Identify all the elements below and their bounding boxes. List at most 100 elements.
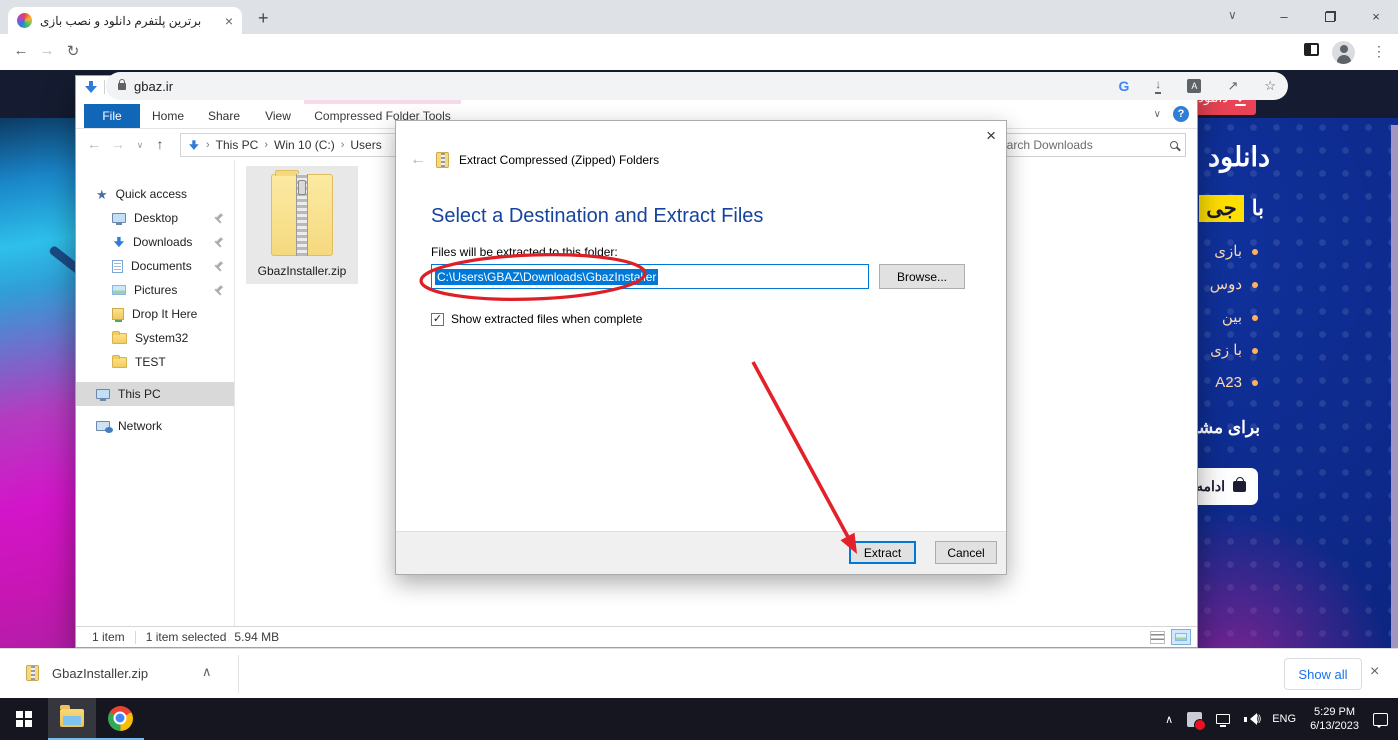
notification-app-icon[interactable] <box>1187 711 1207 731</box>
desktop-icon <box>112 213 126 225</box>
banner-edge-strip <box>1391 125 1398 650</box>
show-files-checkbox[interactable]: ✓ <box>431 312 444 326</box>
date: 6/13/2023 <box>1310 720 1359 732</box>
time: 5:29 PM <box>1314 706 1356 718</box>
folder-icon <box>112 330 127 344</box>
action-center-icon[interactable] <box>1373 712 1388 728</box>
navigation-pane: ★ Quick access Desktop Downloads Documen… <box>76 160 235 626</box>
cancel-button[interactable]: Cancel <box>935 541 997 564</box>
checkbox-label: Show extracted files when complete <box>451 312 643 326</box>
help-icon[interactable]: ? <box>1173 106 1189 122</box>
browser-close-button[interactable]: × <box>1354 0 1398 32</box>
browser-minimize-button[interactable]: – <box>1262 0 1306 32</box>
browser-restore-button[interactable] <box>1308 0 1352 32</box>
sidebar-item-pictures[interactable]: Pictures <box>76 278 234 302</box>
crumb-users[interactable]: Users <box>350 138 381 152</box>
crumb-drive-c[interactable]: Win 10 (C:) <box>274 138 335 152</box>
taskbar-file-explorer-button[interactable] <box>48 698 96 740</box>
chevron-separator-icon: › <box>264 139 269 151</box>
extract-dialog: × ← Extract Compressed (Zipped) Folders … <box>395 120 1007 575</box>
chrome-icon <box>107 705 133 731</box>
chevron-separator-icon: › <box>340 139 345 151</box>
volume-icon[interactable]: )) <box>1244 713 1261 725</box>
tab-file[interactable]: File <box>84 104 140 128</box>
bullet-icon <box>1252 315 1258 322</box>
downloaded-file-name[interactable]: GbazInstaller.zip <box>52 666 148 681</box>
crumb-this-pc[interactable]: This PC <box>216 138 259 152</box>
recent-locations-icon[interactable]: ∨ <box>130 140 150 151</box>
side-panel-icon[interactable] <box>1304 43 1319 56</box>
explorer-forward-button[interactable]: → <box>108 136 128 152</box>
documents-icon <box>112 259 123 273</box>
bookmark-star-icon[interactable]: ☆ <box>1264 78 1276 94</box>
file-item-zip[interactable]: GbazInstaller.zip <box>246 166 358 284</box>
tab-share[interactable]: Share <box>196 104 252 128</box>
sidebar-item-desktop[interactable]: Desktop <box>76 206 234 230</box>
browser-reload-button[interactable]: ↻ <box>62 42 84 60</box>
show-all-button[interactable]: Show all <box>1284 658 1362 690</box>
browser-back-button[interactable]: ← <box>10 42 32 59</box>
site-tagline: با جی <box>1199 195 1264 222</box>
download-options-chevron-icon[interactable]: ∧ <box>202 664 212 680</box>
bullet-icon <box>1252 282 1258 289</box>
list-item: بازی <box>1210 242 1258 260</box>
sidebar-item-documents[interactable]: Documents <box>76 254 234 278</box>
browser-forward-button[interactable]: → <box>36 42 58 59</box>
browse-button[interactable]: Browse... <box>879 264 965 289</box>
details-view-icon[interactable] <box>1150 630 1165 644</box>
bullet-icon <box>1252 380 1258 387</box>
download-page-icon[interactable]: ↑ <box>1155 78 1162 94</box>
wallpaper-strip <box>0 118 90 648</box>
tray-expand-icon[interactable]: ∧ <box>1165 713 1173 726</box>
lock-icon <box>118 78 126 90</box>
sidebar-item-test[interactable]: TEST <box>76 350 234 374</box>
explorer-back-button[interactable]: ← <box>84 136 104 152</box>
selected-path-text: C:\Users\GBAZ\Downloads\GbazInstaller <box>435 268 659 285</box>
address-bar[interactable]: gbaz.ir G ↑ A ↗ ☆ <box>106 72 1288 100</box>
tab-close-icon[interactable]: × <box>225 14 233 28</box>
tab-view[interactable]: View <box>252 104 304 128</box>
sidebar-item-this-pc[interactable]: This PC <box>76 382 234 406</box>
translate-icon[interactable]: A <box>1187 79 1202 93</box>
taskbar-chrome-button[interactable] <box>96 698 144 740</box>
sidebar-item-downloads[interactable]: Downloads <box>76 230 234 254</box>
share-icon[interactable]: ↗ <box>1227 78 1238 94</box>
status-selected-size: 5.94 MB <box>234 630 280 644</box>
tab-search-chevron-icon[interactable]: ∨ <box>1228 8 1237 22</box>
explorer-up-button[interactable]: ↑ <box>150 136 170 152</box>
large-icons-view-icon[interactable] <box>1171 629 1191 645</box>
tab-home[interactable]: Home <box>140 104 196 128</box>
network-tray-icon[interactable] <box>1216 714 1231 727</box>
tagline-prefix: با <box>1251 197 1264 220</box>
list-item: بین <box>1210 308 1258 326</box>
site-bullet-list: بازی دوس بین با زی A23 <box>1210 242 1258 407</box>
divider <box>104 80 105 94</box>
sidebar-item-system32[interactable]: System32 <box>76 326 234 350</box>
start-button[interactable] <box>0 698 48 740</box>
url-text[interactable]: gbaz.ir <box>134 79 1093 94</box>
destination-label: Files will be extracted to this folder: <box>431 245 618 259</box>
google-icon[interactable]: G <box>1119 78 1130 94</box>
browser-tab[interactable]: برترین پلتفرم دانلود و نصب بازی × <box>8 7 242 34</box>
sidebar-item-quick-access[interactable]: ★ Quick access <box>76 182 234 206</box>
language-indicator[interactable]: ENG <box>1272 713 1296 725</box>
destination-path-input[interactable]: C:\Users\GBAZ\Downloads\GbazInstaller <box>431 264 869 289</box>
collapse-ribbon-icon[interactable]: ∨ <box>1154 109 1161 120</box>
new-tab-button[interactable]: + <box>258 8 269 29</box>
dialog-heading: Select a Destination and Extract Files <box>431 205 764 227</box>
file-name: GbazInstaller.zip <box>257 264 347 278</box>
download-bar-close-icon[interactable]: × <box>1370 663 1379 681</box>
extract-button[interactable]: Extract <box>849 541 916 564</box>
status-bar: 1 item 1 item selected 5.94 MB <box>76 626 1197 647</box>
taskbar: ∧ )) ENG 5:29 PM 6/13/2023 <box>0 698 1398 740</box>
dialog-close-button[interactable]: × <box>986 126 996 146</box>
sidebar-item-drop-it-here[interactable]: Drop It Here <box>76 302 234 326</box>
browser-menu-icon[interactable]: ⋮ <box>1372 43 1386 60</box>
bullet-icon <box>1252 249 1258 256</box>
profile-avatar[interactable] <box>1332 41 1355 64</box>
clock[interactable]: 5:29 PM 6/13/2023 <box>1310 705 1359 733</box>
sidebar-item-network[interactable]: Network <box>76 414 234 438</box>
system-tray: ∧ )) ENG 5:29 PM 6/13/2023 <box>1165 698 1398 740</box>
list-item: با زی <box>1210 341 1258 359</box>
search-input[interactable]: Search Downloads <box>984 133 1186 157</box>
